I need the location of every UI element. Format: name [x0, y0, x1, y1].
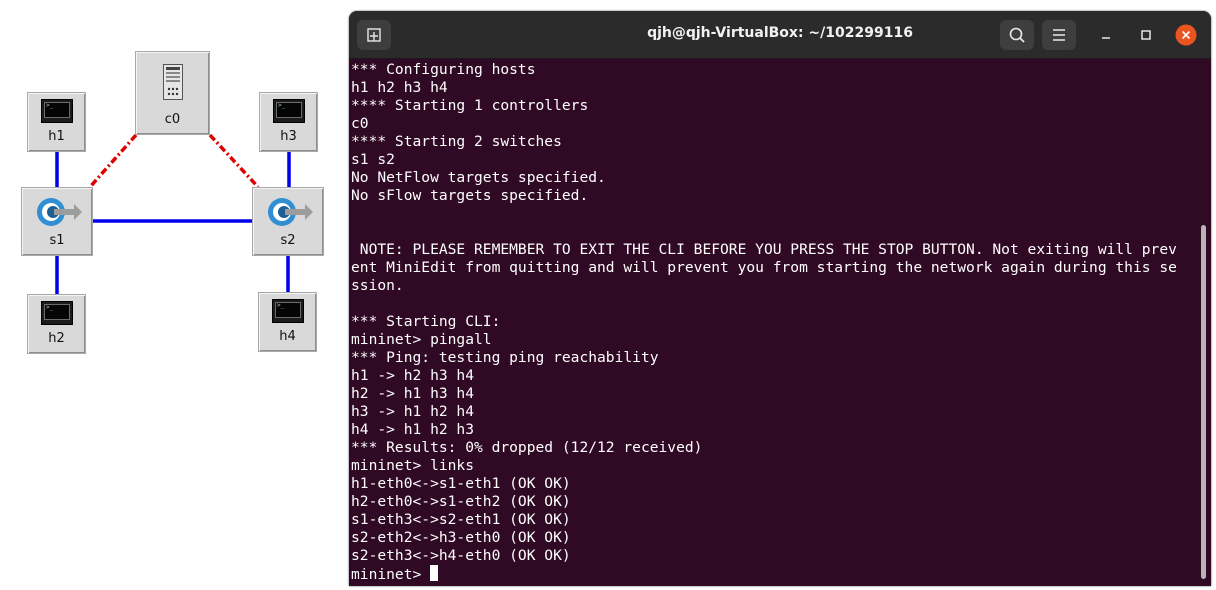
openflow-switch-icon — [268, 198, 313, 226]
output-line: *** Starting CLI: — [351, 313, 501, 330]
terminal-host-icon — [41, 99, 73, 123]
terminal-window[interactable]: qjh@qjh-VirtualBox: ~/102299116 *** Conf… — [349, 11, 1211, 586]
host-h2[interactable]: h2 — [27, 294, 86, 354]
new-tab-icon — [367, 28, 381, 42]
host-label: h1 — [48, 129, 65, 144]
output-line: s2-eth3<->h4-eth0 (OK OK) — [351, 547, 571, 564]
output-line: mininet> pingall — [351, 331, 492, 348]
host-h3[interactable]: h3 — [259, 92, 318, 152]
new-tab-button[interactable] — [357, 20, 391, 50]
output-line: **** Starting 1 controllers — [351, 97, 589, 114]
output-line: NOTE: PLEASE REMEMBER TO EXIT THE CLI BE… — [351, 241, 1177, 258]
menu-button[interactable] — [1042, 20, 1076, 50]
output-line: h2 -> h1 h3 h4 — [351, 385, 475, 402]
output-line: h1 h2 h3 h4 — [351, 79, 448, 96]
server-icon — [163, 64, 183, 100]
controller-label: c0 — [164, 112, 181, 127]
terminal-host-icon — [272, 299, 304, 323]
control-link-c0-s2[interactable] — [208, 133, 260, 189]
terminal-titlebar[interactable]: qjh@qjh-VirtualBox: ~/102299116 — [349, 11, 1211, 59]
output-line: s1 s2 — [351, 151, 395, 168]
maximize-icon — [1141, 30, 1151, 40]
host-label: h4 — [279, 329, 296, 344]
output-line: h3 -> h1 h2 h4 — [351, 403, 475, 420]
output-line: *** Ping: testing ping reachability — [351, 349, 659, 366]
output-line: *** Configuring hosts — [351, 61, 536, 78]
minimize-button[interactable] — [1095, 24, 1117, 46]
controller-c0[interactable]: c0 — [135, 51, 210, 135]
hamburger-menu-icon — [1053, 29, 1065, 41]
close-button[interactable] — [1175, 24, 1197, 46]
output-line: mininet> links — [351, 457, 475, 474]
minimize-icon — [1102, 37, 1110, 39]
output-line: *** Results: 0% dropped (12/12 received) — [351, 439, 703, 456]
host-h4[interactable]: h4 — [258, 292, 317, 352]
output-line: h2-eth0<->s1-eth2 (OK OK) — [351, 493, 571, 510]
prompt: mininet> — [351, 566, 431, 583]
terminal-output[interactable]: *** Configuring hosts h1 h2 h3 h4 **** S… — [351, 61, 1199, 584]
output-line: h1-eth0<->s1-eth1 (OK OK) — [351, 475, 571, 492]
output-line: ssion. — [351, 277, 404, 294]
close-icon — [1175, 24, 1197, 46]
host-label: h3 — [280, 129, 297, 144]
host-label: h2 — [48, 331, 65, 346]
control-link-c0-s1[interactable] — [88, 133, 138, 189]
switch-label: s1 — [49, 233, 65, 248]
output-line: ent MiniEdit from quitting and will prev… — [351, 259, 1177, 276]
scrollbar-thumb[interactable] — [1201, 225, 1206, 579]
output-line: c0 — [351, 115, 369, 132]
switch-s1[interactable]: s1 — [21, 187, 93, 256]
search-button[interactable] — [1000, 20, 1034, 50]
search-icon — [1009, 27, 1025, 43]
output-line: h4 -> h1 h2 h3 — [351, 421, 475, 438]
openflow-switch-icon — [37, 198, 82, 226]
output-line: No NetFlow targets specified. — [351, 169, 606, 186]
output-line: s1-eth3<->s2-eth1 (OK OK) — [351, 511, 571, 528]
switch-s2[interactable]: s2 — [252, 187, 324, 256]
window-title: qjh@qjh-VirtualBox: ~/102299116 — [647, 25, 913, 41]
output-line: **** Starting 2 switches — [351, 133, 562, 150]
text-cursor — [430, 565, 439, 581]
miniedit-canvas[interactable]: h1 h2 h3 h4 s1 s2 — [0, 0, 345, 590]
output-line: s2-eth2<->h3-eth0 (OK OK) — [351, 529, 571, 546]
output-line: No sFlow targets specified. — [351, 187, 589, 204]
output-line: h1 -> h2 h3 h4 — [351, 367, 475, 384]
terminal-host-icon — [273, 99, 305, 123]
maximize-button[interactable] — [1135, 24, 1157, 46]
switch-label: s2 — [280, 233, 296, 248]
terminal-host-icon — [41, 301, 73, 325]
host-h1[interactable]: h1 — [27, 92, 86, 152]
